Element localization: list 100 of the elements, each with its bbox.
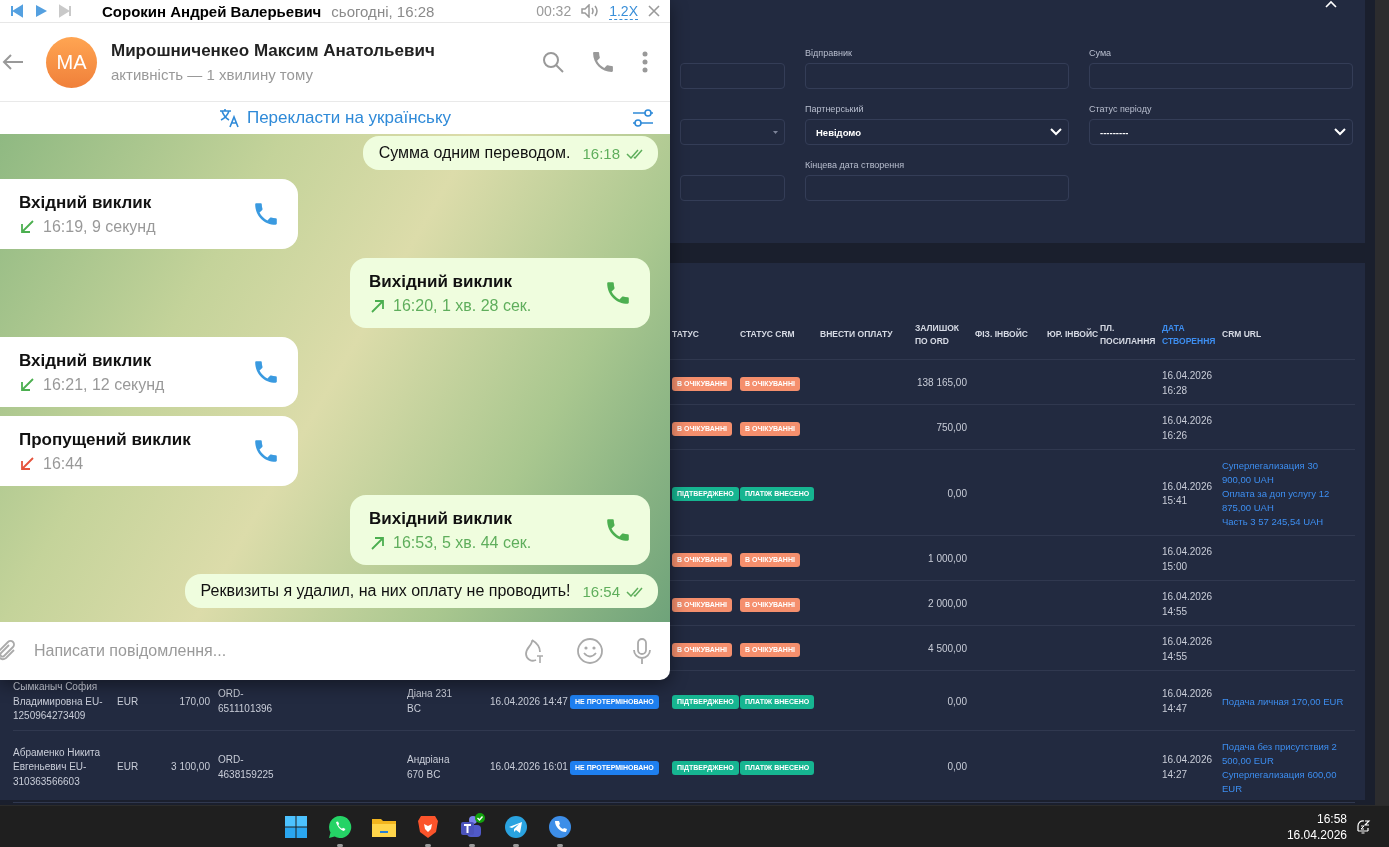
- payment-date: 16.04.2026 16:01: [490, 760, 568, 775]
- created-date: 16.04.2026 14:47: [1162, 687, 1214, 716]
- emoji-icon[interactable]: [576, 637, 604, 665]
- notification-bell-icon[interactable]: [1355, 818, 1371, 835]
- created-date: 16.04.2026 14:55: [1162, 635, 1214, 664]
- created-date: 16.04.2026 16:26: [1162, 414, 1214, 443]
- chevron-down-icon: [1334, 128, 1346, 136]
- call-title: Пропущений виклик: [19, 429, 191, 450]
- column-header[interactable]: ЗАЛИШОК ПО ORD: [915, 321, 967, 348]
- last-seen-status: активність — 1 хвилину тому: [111, 66, 313, 83]
- column-header[interactable]: ТАТУС: [672, 328, 699, 341]
- lion-shield-icon: [417, 813, 439, 840]
- audio-time: 00:32: [536, 3, 572, 19]
- input-field[interactable]: [680, 175, 785, 201]
- volume-icon[interactable]: [581, 4, 600, 18]
- windows-logo-icon: [284, 814, 308, 839]
- client-name: Сымканыч София Владимировна EU-1250964273409: [13, 680, 104, 723]
- translate-link[interactable]: Перекласти на українську: [218, 108, 452, 128]
- chevron-down-icon: [1050, 128, 1062, 136]
- payment-date: 16.04.2026 14:47: [490, 694, 568, 709]
- call-title: Вихідний виклик: [369, 271, 512, 292]
- column-header[interactable]: ВНЕСТИ ОПЛАТУ: [820, 328, 893, 341]
- balance-value: 0,00: [947, 694, 967, 709]
- crm-link[interactable]: Часть 3 57 245,54 UAH: [1222, 515, 1324, 529]
- collapse-icon[interactable]: [1325, 0, 1337, 8]
- column-header[interactable]: ФІЗ. ІНВОЙС: [975, 328, 1028, 341]
- more-icon[interactable]: [642, 51, 648, 73]
- settings-icon[interactable]: [632, 109, 654, 127]
- created-date: 16.04.2026 16:28: [1162, 369, 1214, 398]
- phone-icon[interactable]: [606, 518, 630, 542]
- field-label: Статус періоду: [1089, 104, 1152, 114]
- order-number: ORD-6511101396: [218, 687, 274, 716]
- phone-icon[interactable]: [254, 360, 278, 384]
- message-text: Сумма одним переводом.: [378, 144, 571, 162]
- call-title: Вхідний виклик: [19, 192, 152, 213]
- call-details: 16:21, 12 секунд: [43, 375, 165, 394]
- balance-value: 0,00: [947, 760, 967, 775]
- call-details: 16:53, 5 хв. 44 сек.: [393, 533, 532, 552]
- column-header[interactable]: ЮР. ІНВОЙС: [1047, 328, 1099, 341]
- column-header[interactable]: ДАТА СТВОРЕННЯ: [1162, 321, 1222, 348]
- column-header[interactable]: СТАТУС CRM: [740, 328, 795, 341]
- field-label: Кінцева дата створення: [805, 160, 905, 170]
- balance-value: 750,00: [936, 421, 967, 436]
- microphone-icon[interactable]: [632, 637, 652, 665]
- message-text: Реквизиты я удалил, на них оплату не проводить!: [200, 582, 571, 600]
- created-date: 16.04.2026 15:41: [1162, 479, 1214, 508]
- order-number: ORD-4638159225: [218, 753, 275, 782]
- call-title: Вхідний виклик: [19, 350, 152, 371]
- clock-date[interactable]: 16.04.2026: [1286, 826, 1347, 843]
- crm-link[interactable]: Подача без присутствия 2 500,00 EUR: [1222, 739, 1344, 768]
- message-input[interactable]: Написати повідомлення...: [32, 641, 520, 661]
- column-header[interactable]: ПЛ. ПОСИЛАННЯ: [1100, 321, 1162, 348]
- back-arrow-icon[interactable]: [2, 53, 24, 71]
- search-icon[interactable]: [542, 51, 564, 73]
- next-icon[interactable]: [58, 4, 72, 18]
- crm-link[interactable]: Суперлегализация 30 900,00 UAH: [1222, 459, 1344, 487]
- call-title: Вихідний виклик: [369, 508, 512, 529]
- created-date: 16.04.2026 15:00: [1162, 545, 1214, 574]
- audio-date: сьогодні, 16:28: [331, 2, 435, 20]
- play-icon[interactable]: [34, 4, 48, 18]
- phone-icon[interactable]: [254, 439, 278, 463]
- call-details: 16:20, 1 хв. 28 сек.: [393, 296, 532, 315]
- balance-value: 138 165,00: [916, 376, 967, 391]
- crm-link[interactable]: Суперлегализация 600,00 EUR: [1222, 767, 1344, 796]
- created-date: 16.04.2026 14:55: [1162, 590, 1214, 619]
- balance-value: 0,00: [947, 486, 967, 501]
- clock-time[interactable]: 16:58: [1316, 810, 1347, 827]
- audio-title: Сорокин Андрей Валерьевич: [102, 2, 322, 20]
- attach-icon[interactable]: [0, 639, 18, 663]
- phone-app-icon: [548, 814, 572, 839]
- phone-icon[interactable]: [606, 281, 630, 305]
- crm-link[interactable]: Подача личная 170,00 EUR: [1222, 694, 1344, 709]
- manager-name: Андріана 670 BC: [407, 753, 451, 782]
- previous-icon[interactable]: [10, 4, 24, 18]
- currency-code: EUR: [117, 760, 139, 775]
- balance-value: 2 000,00: [928, 597, 967, 612]
- field-label: Відправник: [805, 48, 852, 58]
- paper-plane-icon: [504, 814, 528, 839]
- select-field[interactable]: Невідомо: [805, 119, 1069, 145]
- amount-value: 3 100,00: [171, 760, 210, 775]
- select-field[interactable]: ---------: [1089, 119, 1353, 145]
- currency-code: EUR: [117, 694, 139, 709]
- balance-value: 1 000,00: [928, 552, 967, 567]
- message-time: 16:54: [582, 583, 620, 600]
- select-field[interactable]: [680, 119, 785, 145]
- client-name: Абраменко Никита Евгеньевич EU-310363566603: [13, 745, 102, 789]
- playback-speed[interactable]: 1.2X: [609, 2, 638, 20]
- input-field[interactable]: [680, 63, 785, 89]
- phone-icon[interactable]: [254, 202, 278, 226]
- contact-name: Мирошниченкео Максим Анатольевич: [111, 41, 435, 61]
- balance-value: 4 500,00: [928, 642, 967, 657]
- amount-value: 170,00: [179, 694, 210, 709]
- call-details: 16:44: [43, 454, 84, 473]
- crm-link[interactable]: Оплата за доп услугу 12 875,00 UAH: [1222, 487, 1344, 515]
- column-header[interactable]: CRM URL: [1222, 328, 1262, 341]
- translate-icon: [218, 108, 241, 128]
- close-icon[interactable]: [648, 5, 660, 17]
- created-date: 16.04.2026 14:27: [1162, 753, 1214, 782]
- phone-icon[interactable]: [592, 51, 614, 73]
- chat-bubble-icon: [327, 813, 353, 840]
